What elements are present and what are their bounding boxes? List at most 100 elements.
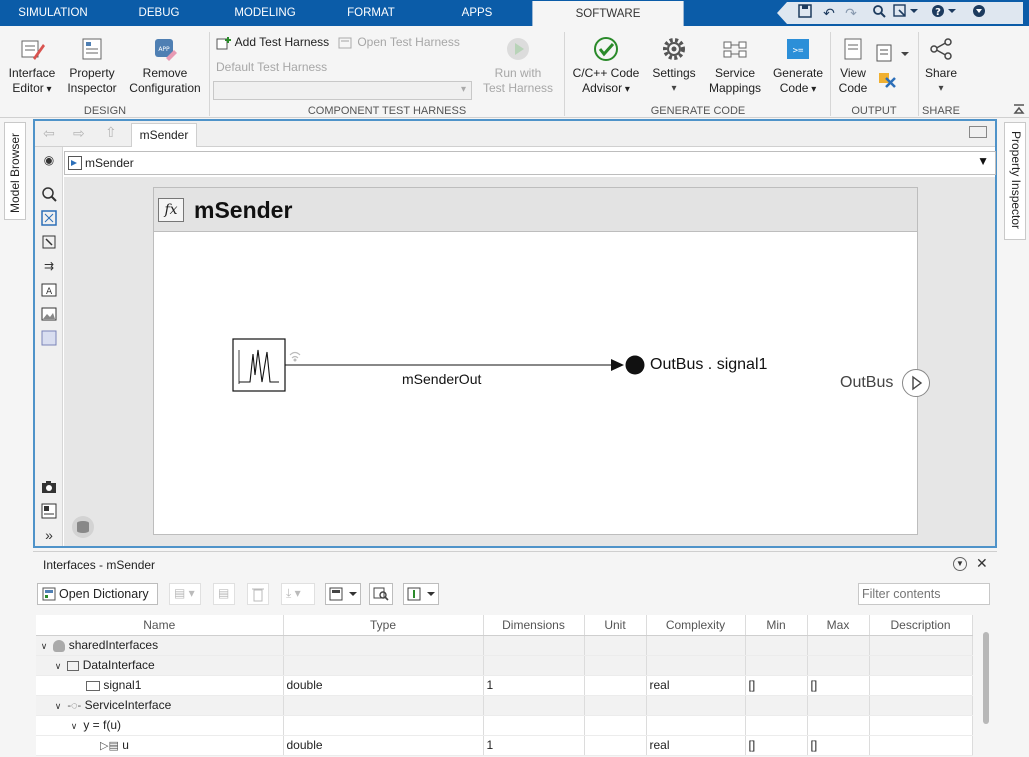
- collapse-arrow-icon[interactable]: ∨: [52, 661, 64, 672]
- fit-to-view-icon[interactable]: [41, 210, 57, 226]
- export-dropdown-button[interactable]: [403, 583, 439, 605]
- row-complexity[interactable]: real: [646, 735, 746, 756]
- signal-icon[interactable]: ⇉: [41, 258, 57, 274]
- tab-simulation[interactable]: SIMULATION: [10, 0, 96, 26]
- bus-element-label[interactable]: OutBus . signal1: [650, 356, 767, 374]
- table-row[interactable]: ∨ sharedInterfaces: [36, 635, 973, 656]
- expand-palette-icon[interactable]: »: [41, 527, 57, 543]
- row-min[interactable]: []: [745, 735, 808, 756]
- up-icon[interactable]: ⇧: [105, 124, 117, 141]
- service-mappings-button[interactable]: Service Mappings: [704, 36, 766, 96]
- redo-icon[interactable]: ↷: [841, 3, 861, 23]
- row-dimensions[interactable]: 1: [483, 735, 585, 756]
- open-dictionary-button[interactable]: Open Dictionary: [37, 583, 158, 605]
- diagram-canvas[interactable]: fx mSender mSenderOut OutBus . signal1 O…: [64, 177, 995, 546]
- default-test-harness-dropdown[interactable]: ▾: [213, 81, 472, 100]
- model-address-bar[interactable]: mSender ▼: [64, 151, 996, 175]
- bus-element-dot[interactable]: [625, 355, 645, 375]
- table-row[interactable]: signal1 double 1 real [] []: [36, 675, 973, 696]
- interface-editor-button[interactable]: Interface Editor: [4, 36, 60, 97]
- editor-tab-msender[interactable]: mSender: [131, 123, 197, 147]
- table-row[interactable]: ∨ -◌- ServiceInterface: [36, 695, 973, 716]
- table-row[interactable]: ▷▤ u double 1 real [] []: [36, 735, 973, 756]
- generate-code-button[interactable]: >= Generate Code: [770, 36, 826, 97]
- property-inspector-button[interactable]: Property Inspector: [64, 36, 120, 96]
- property-inspector-tab[interactable]: Property Inspector: [1004, 122, 1026, 240]
- row-type[interactable]: double: [283, 675, 484, 696]
- keyboard-icon[interactable]: [969, 126, 987, 138]
- tab-apps[interactable]: APPS: [452, 0, 502, 26]
- column-header-dimensions[interactable]: Dimensions: [483, 615, 585, 636]
- column-header-type[interactable]: Type: [283, 615, 484, 636]
- collapse-arrow-icon[interactable]: ∨: [68, 721, 80, 732]
- table-row[interactable]: ∨ y = f(u): [36, 715, 973, 736]
- help-icon[interactable]: ?: [929, 3, 959, 23]
- column-header-name[interactable]: Name: [36, 615, 284, 636]
- outport-icon[interactable]: [902, 369, 930, 397]
- row-type[interactable]: double: [283, 735, 484, 756]
- settings-dropdown-button[interactable]: [325, 583, 361, 605]
- database-icon[interactable]: [72, 516, 94, 538]
- row-max[interactable]: []: [807, 675, 870, 696]
- signal-name-label[interactable]: mSenderOut: [402, 371, 481, 387]
- zoom-icon[interactable]: [41, 186, 57, 202]
- settings-button[interactable]: Settings ▾: [648, 36, 700, 96]
- row-description[interactable]: [869, 675, 973, 696]
- table-scrollbar[interactable]: [983, 632, 989, 724]
- run-with-test-harness-button[interactable]: Run with Test Harness: [480, 36, 556, 96]
- tab-format[interactable]: FORMAT: [338, 0, 404, 26]
- search-icon[interactable]: [869, 3, 889, 23]
- report-dropdown-button[interactable]: [876, 44, 910, 64]
- camera-icon[interactable]: [41, 479, 57, 495]
- find-icon[interactable]: [891, 3, 921, 23]
- collapse-ribbon-icon[interactable]: [1012, 102, 1026, 116]
- row-max[interactable]: []: [807, 735, 870, 756]
- row-min[interactable]: []: [745, 675, 808, 696]
- tab-modeling[interactable]: MODELING: [224, 0, 306, 26]
- hide-browser-icon[interactable]: ◉: [41, 152, 57, 168]
- image-icon[interactable]: [41, 306, 57, 322]
- row-unit[interactable]: [584, 735, 647, 756]
- search-interfaces-button[interactable]: [369, 583, 393, 605]
- collapse-icon[interactable]: [969, 3, 989, 23]
- tab-debug[interactable]: DEBUG: [128, 0, 190, 26]
- column-header-unit[interactable]: Unit: [584, 615, 647, 636]
- back-icon[interactable]: ⇦: [43, 125, 55, 142]
- row-unit[interactable]: [584, 675, 647, 696]
- import-button[interactable]: ⤓ ▾: [281, 583, 315, 605]
- column-header-max[interactable]: Max: [807, 615, 870, 636]
- undo-icon[interactable]: ↶: [819, 3, 839, 23]
- clear-highlight-icon[interactable]: [878, 70, 896, 88]
- column-header-description[interactable]: Description: [869, 615, 973, 636]
- view-code-button[interactable]: View Code: [834, 36, 872, 96]
- add-element-button[interactable]: ▤: [213, 583, 235, 605]
- remove-configuration-button[interactable]: APP Remove Configuration: [125, 36, 205, 96]
- model-browser-tab[interactable]: Model Browser: [4, 122, 26, 220]
- filter-contents-input[interactable]: [858, 583, 990, 605]
- area-icon[interactable]: [41, 330, 57, 346]
- zoom-area-icon[interactable]: [41, 234, 57, 250]
- collapse-arrow-icon[interactable]: ∨: [38, 641, 50, 652]
- close-panel-icon[interactable]: ✕: [976, 555, 988, 572]
- row-description[interactable]: [869, 735, 973, 756]
- delete-button[interactable]: [247, 583, 269, 605]
- row-dimensions[interactable]: 1: [483, 675, 585, 696]
- property-icon[interactable]: [41, 503, 57, 519]
- save-icon[interactable]: [795, 3, 815, 23]
- cpp-code-advisor-button[interactable]: C/C++ Code Advisor: [570, 36, 642, 97]
- add-test-harness-button[interactable]: Add Test Harness: [216, 35, 336, 50]
- panel-menu-icon[interactable]: ▼: [953, 557, 967, 571]
- add-interface-button[interactable]: ▤ ▾: [169, 583, 201, 605]
- collapse-arrow-icon[interactable]: ∨: [52, 701, 64, 712]
- table-row[interactable]: ∨ DataInterface: [36, 655, 973, 676]
- column-header-complexity[interactable]: Complexity: [646, 615, 746, 636]
- row-complexity[interactable]: real: [646, 675, 746, 696]
- forward-icon[interactable]: ⇨: [73, 125, 85, 142]
- column-header-min[interactable]: Min: [745, 615, 808, 636]
- chevron-down-icon[interactable]: ▼: [977, 154, 989, 168]
- open-test-harness-button[interactable]: Open Test Harness: [338, 35, 463, 50]
- share-button[interactable]: Share ▾: [922, 36, 960, 96]
- annotation-icon[interactable]: A: [41, 282, 57, 298]
- tab-software-component[interactable]: SOFTWARE COMPONENT✕: [532, 1, 684, 47]
- signal-source-block[interactable]: [232, 338, 286, 392]
